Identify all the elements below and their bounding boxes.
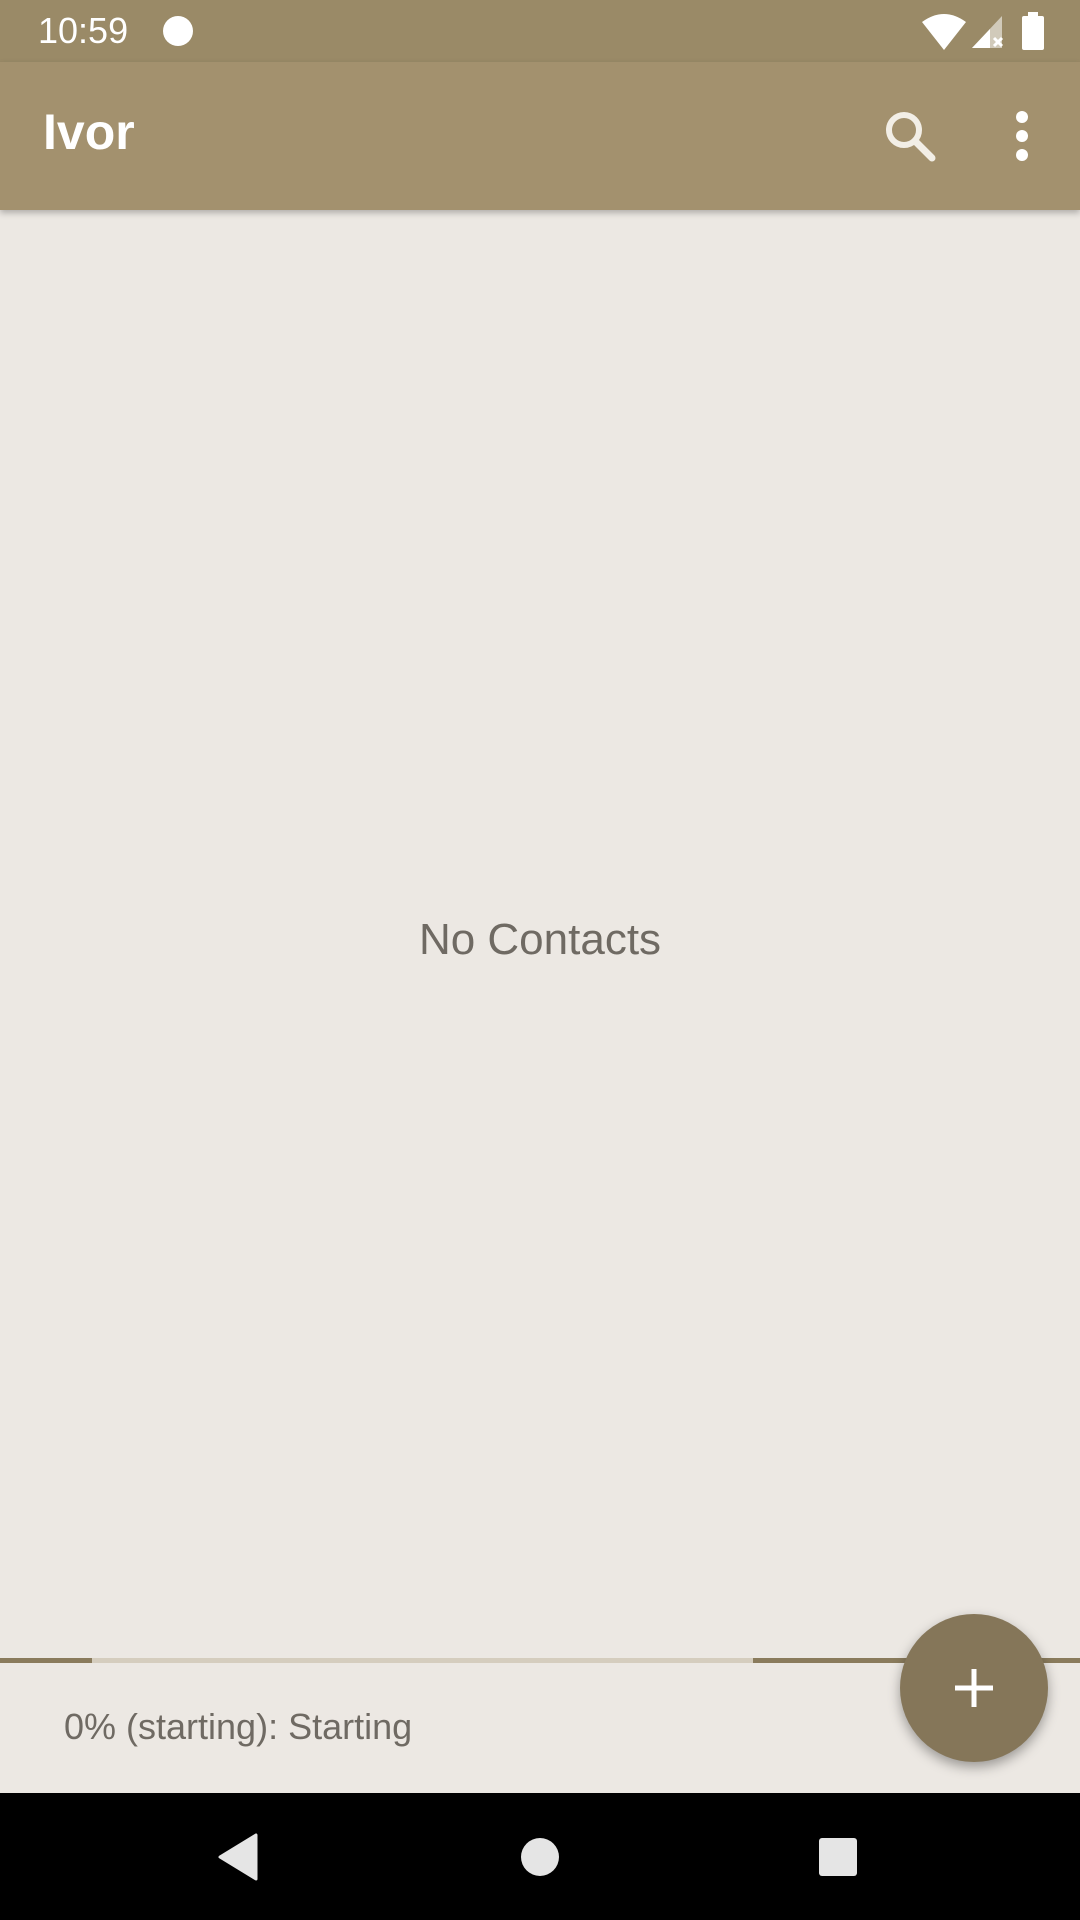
contacts-list[interactable]: No Contacts	[0, 210, 1080, 1660]
startup-status-text: 0% (starting): Starting	[64, 1706, 413, 1747]
status-bar: 10:59	[0, 0, 1080, 62]
search-icon	[886, 112, 936, 162]
home-button[interactable]	[500, 1817, 580, 1897]
status-time: 10:59	[38, 10, 129, 51]
empty-contacts-message: No Contacts	[418, 915, 662, 964]
notification-dot-icon	[163, 16, 193, 46]
add-contact-button[interactable]	[900, 1614, 1048, 1762]
more-vert-icon	[1016, 111, 1028, 161]
system-nav-bar	[0, 1793, 1080, 1920]
app-bar: Ivor	[0, 62, 1080, 210]
recents-icon	[819, 1838, 857, 1876]
app-title: Ivor	[43, 104, 135, 160]
wifi-icon	[922, 14, 966, 50]
cell-signal-icon	[972, 16, 1004, 48]
back-icon	[218, 1833, 258, 1881]
add-icon	[955, 1669, 993, 1707]
more-options-button[interactable]	[982, 96, 1062, 176]
battery-icon	[1022, 12, 1044, 50]
back-button[interactable]	[198, 1817, 278, 1897]
recents-button[interactable]	[798, 1817, 878, 1897]
home-icon	[521, 1838, 559, 1876]
search-button[interactable]	[870, 96, 950, 176]
